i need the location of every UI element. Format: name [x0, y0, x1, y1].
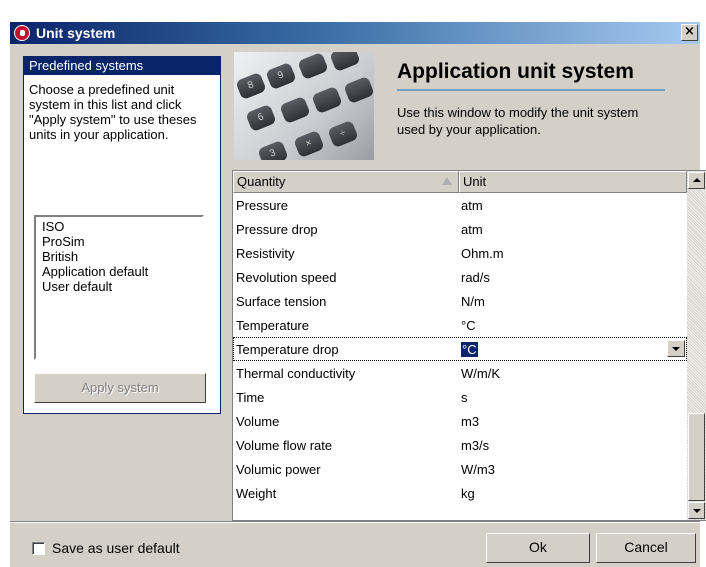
save-as-user-default-checkbox[interactable]: Save as user default — [32, 540, 180, 556]
key-3: 3 — [257, 139, 289, 160]
unit-cell[interactable]: m3/s — [459, 438, 489, 453]
grid-rows: Pressure atm Pressure drop atm Resistivity Oh… — [233, 193, 687, 505]
scroll-up-button[interactable] — [688, 172, 705, 189]
quantity-cell: Temperature — [236, 317, 309, 333]
grid-row[interactable]: Pressure atm — [233, 193, 687, 217]
unit-cell[interactable]: m3 — [459, 414, 479, 429]
key-blank-1 — [297, 52, 329, 81]
grid-row[interactable]: Temperature drop °C — [233, 337, 687, 361]
grid-row[interactable]: Volume flow rate m3/s — [233, 433, 687, 457]
checkbox-box[interactable] — [32, 541, 45, 555]
grid-row[interactable]: Resistivity Ohm.m — [233, 241, 687, 265]
dropdown-arrow-icon[interactable] — [667, 340, 685, 357]
quantity-cell: Time — [236, 389, 265, 405]
scroll-thumb[interactable] — [688, 413, 705, 501]
system-item-iso[interactable]: ISO — [42, 219, 196, 234]
grid-row[interactable]: Pressure drop atm — [233, 217, 687, 241]
systems-listbox[interactable]: ISO ProSim British Application default U… — [34, 215, 204, 360]
save-as-user-default-label: Save as user default — [52, 540, 180, 556]
header-description: Use this window to modify the unit syste… — [397, 105, 639, 137]
key-blank-5 — [343, 75, 374, 105]
apply-system-button[interactable]: Apply system — [34, 373, 206, 403]
key-9: 9 — [265, 61, 297, 91]
grid-row[interactable]: Volumic power W/m3 — [233, 457, 687, 481]
unit-cell[interactable]: s — [459, 390, 468, 405]
unit-cell[interactable]: W/m3 — [459, 462, 495, 477]
key-6: 6 — [245, 103, 277, 133]
system-item-application-default[interactable]: Application default — [42, 264, 196, 279]
grid-row[interactable]: Temperature °C — [233, 313, 687, 337]
scroll-down-button[interactable] — [688, 502, 705, 519]
unit-combo[interactable]: °C — [459, 341, 478, 357]
key-blank-4 — [311, 85, 343, 115]
unit-cell[interactable]: rad/s — [459, 270, 490, 285]
unit-grid[interactable]: Quantity Unit Pressure atm Pressure drop at… — [232, 170, 706, 521]
grid-row[interactable]: Time s — [233, 385, 687, 409]
footer-divider — [10, 521, 700, 523]
grid-header: Quantity Unit — [233, 171, 687, 193]
quantity-cell: Pressure — [236, 197, 289, 213]
unit-cell[interactable]: atm — [459, 198, 483, 213]
predefined-systems-group: Predefined systems Choose a predefined u… — [23, 56, 221, 414]
quantity-cell: Weight — [236, 485, 277, 501]
system-item-prosim[interactable]: ProSim — [42, 234, 196, 249]
quantity-cell: Thermal conductivity — [236, 365, 356, 381]
system-item-british[interactable]: British — [42, 249, 196, 264]
unit-cell[interactable]: atm — [459, 222, 483, 237]
quantity-cell: Volume — [236, 413, 280, 429]
column-header-unit-label: Unit — [463, 174, 487, 189]
sort-ascending-icon — [442, 177, 452, 185]
grid-row[interactable]: Thermal conductivity W/m/K — [233, 361, 687, 385]
header-divider — [397, 89, 665, 91]
window-title: Unit system — [36, 25, 116, 41]
key-blank-3 — [279, 95, 311, 125]
unit-system-window: Predefined systems Choose a predefined u… — [10, 44, 706, 567]
unit-cell[interactable]: kg — [459, 486, 475, 501]
quantity-cell: Volumic power — [236, 461, 321, 477]
grid-row[interactable]: Surface tension N/m — [233, 289, 687, 313]
key-times: × — [293, 129, 325, 159]
grid-row[interactable]: Weight kg — [233, 481, 687, 505]
quantity-cell: Surface tension — [236, 293, 327, 309]
header-title: Application unit system — [397, 60, 634, 83]
grid-row[interactable]: Revolution speed rad/s — [233, 265, 687, 289]
quantity-cell: Revolution speed — [236, 269, 337, 285]
system-item-user-default[interactable]: User default — [42, 279, 196, 294]
key-blank-2 — [329, 52, 361, 73]
key-divide: ÷ — [327, 119, 359, 149]
unit-combo-value[interactable]: °C — [461, 341, 478, 357]
unit-cell[interactable]: N/m — [459, 294, 485, 309]
cancel-button[interactable]: Cancel — [596, 533, 696, 563]
predefined-systems-title: Predefined systems — [24, 57, 220, 75]
unit-cell[interactable]: Ohm.m — [459, 246, 504, 261]
app-icon — [14, 25, 30, 41]
quantity-cell: Pressure drop — [236, 221, 318, 237]
ok-button[interactable]: Ok — [486, 533, 590, 563]
predefined-systems-description: Choose a predefined unit system in this … — [29, 82, 197, 142]
grid-vertical-scrollbar[interactable] — [687, 171, 706, 520]
column-header-quantity-label: Quantity — [237, 174, 286, 189]
title-bar: Unit system × — [10, 22, 700, 44]
key-8: 8 — [235, 71, 267, 101]
calculator-keys-image: 8 9 6 × ÷ 3 — [234, 52, 374, 160]
column-header-quantity[interactable]: Quantity — [233, 171, 459, 193]
quantity-cell: Temperature drop — [236, 341, 339, 357]
quantity-cell: Resistivity — [236, 245, 295, 261]
quantity-cell: Volume flow rate — [236, 437, 333, 453]
close-button[interactable]: × — [681, 24, 698, 41]
unit-cell[interactable]: °C — [459, 318, 476, 333]
grid-row[interactable]: Volume m3 — [233, 409, 687, 433]
unit-cell[interactable]: W/m/K — [459, 366, 500, 381]
column-header-unit[interactable]: Unit — [459, 171, 687, 193]
